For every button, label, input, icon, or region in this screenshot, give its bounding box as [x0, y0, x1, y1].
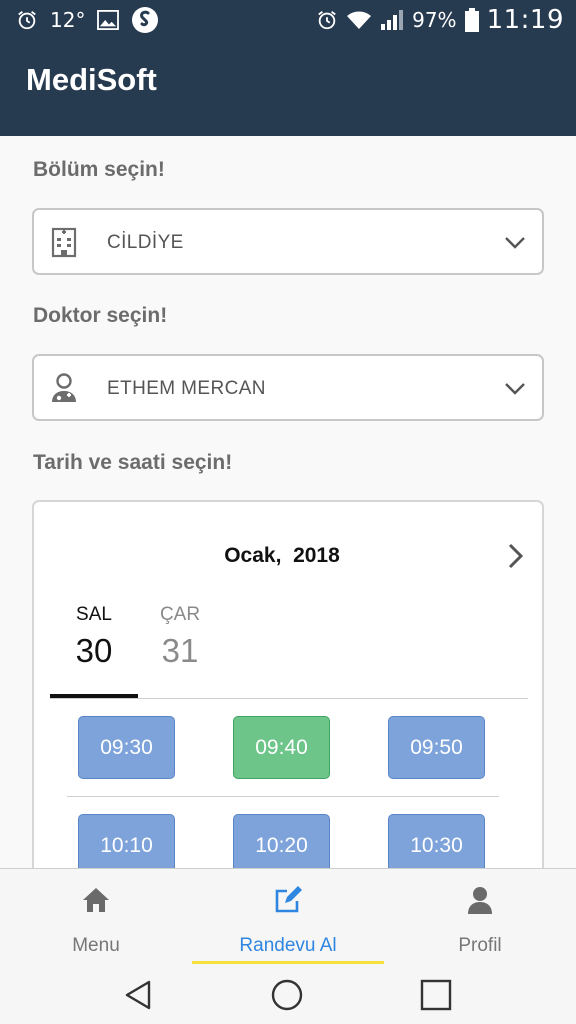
alarm-icon — [18, 11, 36, 30]
nav-label: Randevu Al — [239, 935, 337, 956]
datetime-label: Tarih ve saati seçin! — [33, 451, 233, 474]
doctor-select[interactable]: ETHEM MERCAN — [32, 354, 544, 421]
temperature: 12° — [50, 8, 86, 32]
time-slot[interactable]: 09:30 — [78, 716, 175, 779]
doctor-label: Doktor seçin! — [33, 304, 168, 327]
wifi-icon — [347, 11, 372, 29]
home-icon — [83, 888, 109, 912]
chevron-down-icon — [505, 383, 525, 395]
back-icon[interactable] — [122, 978, 156, 1012]
battery-percent: 97% — [412, 8, 457, 32]
edit-icon — [275, 886, 302, 913]
nav-label: Profil — [458, 935, 502, 956]
doctor-value: ETHEM MERCAN — [107, 378, 266, 399]
recents-icon[interactable] — [419, 978, 453, 1012]
calendar-card: Ocak, 2018 SAL 30 ÇAR 31 09:30 09:40 09:… — [32, 500, 544, 920]
home-circle-icon[interactable] — [270, 978, 304, 1012]
time-slot-selected[interactable]: 09:40 — [233, 716, 330, 779]
clock: 11:19 — [486, 5, 564, 35]
department-select[interactable]: CİLDİYE — [32, 208, 544, 275]
signal-icon — [381, 10, 404, 30]
nav-item-menu[interactable]: Menu — [0, 869, 192, 967]
alarm-icon — [318, 11, 336, 30]
nav-label: Menu — [72, 935, 120, 956]
nav-active-indicator — [192, 961, 384, 964]
chevron-right-icon[interactable] — [504, 542, 526, 570]
app-title: MediSoft — [26, 62, 157, 97]
image-icon — [97, 10, 120, 30]
month-label: Ocak, 2018 — [224, 544, 340, 567]
day-tab-30[interactable]: SAL 30 — [51, 604, 137, 670]
battery-icon — [464, 8, 479, 32]
day-of-week: SAL — [76, 604, 112, 625]
user-icon — [468, 887, 492, 914]
bottom-nav: Menu Randevu Al Profil — [0, 868, 576, 966]
shazam-icon — [132, 7, 159, 33]
department-label: Bölüm seçin! — [33, 158, 165, 181]
app-bar: MediSoft — [0, 40, 576, 136]
tabs-divider — [50, 698, 528, 699]
hospital-building-icon — [51, 227, 77, 258]
nav-item-profil[interactable]: Profil — [384, 869, 576, 967]
slots-divider — [67, 796, 499, 797]
nav-item-randevu[interactable]: Randevu Al — [192, 869, 384, 967]
day-tab-31[interactable]: ÇAR 31 — [137, 604, 223, 670]
day-of-week: ÇAR — [159, 604, 201, 625]
doctor-icon — [52, 373, 76, 402]
system-nav-bar — [0, 966, 576, 1024]
time-slot[interactable]: 09:50 — [388, 716, 485, 779]
department-value: CİLDİYE — [107, 232, 184, 253]
day-number: 31 — [161, 632, 199, 669]
chevron-down-icon — [505, 237, 525, 249]
day-number: 30 — [75, 632, 113, 669]
status-bar: 12° 97% 11:19 — [0, 0, 576, 40]
